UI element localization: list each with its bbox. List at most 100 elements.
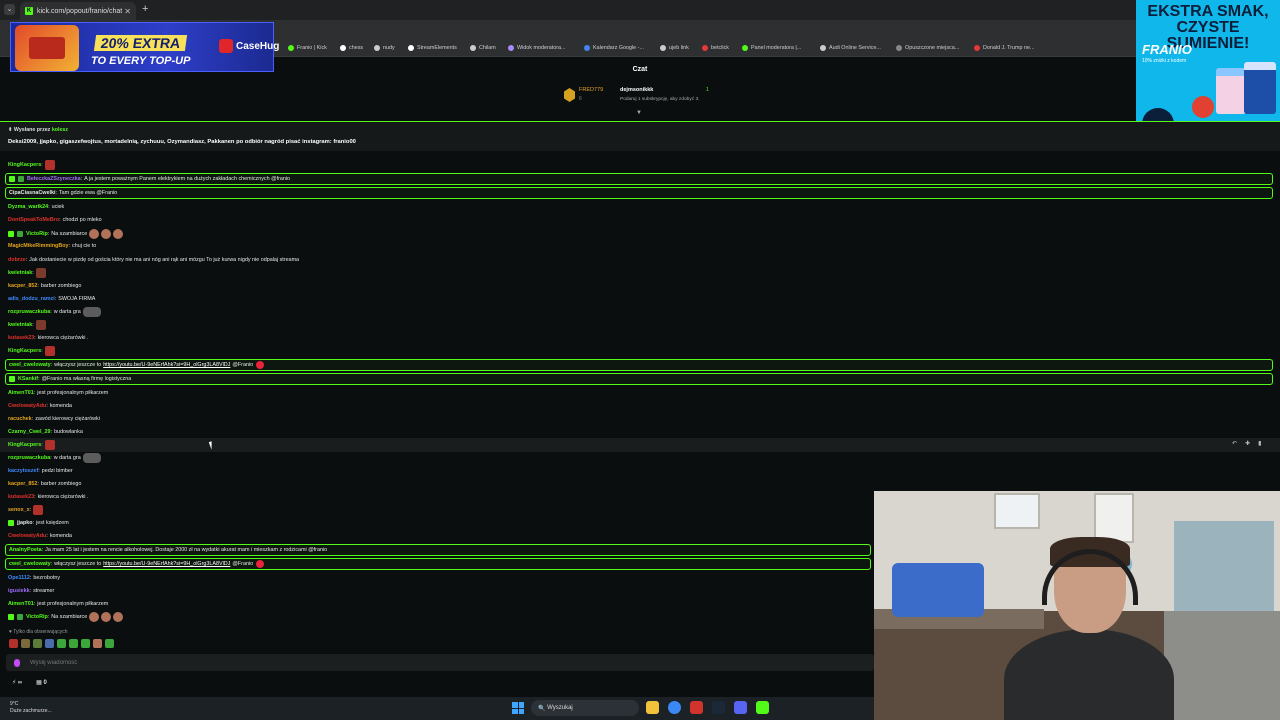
- points-counter[interactable]: ⚡ ∞: [12, 679, 22, 686]
- chat-username[interactable]: kwietniak: [8, 267, 32, 279]
- bookmark-item[interactable]: Widok moderatora...: [508, 45, 566, 51]
- steam-icon[interactable]: [712, 701, 725, 714]
- chat-username[interactable]: AimenT01: [8, 387, 34, 399]
- chat-username[interactable]: CwelowatyAdu: [8, 400, 46, 412]
- username-separator: :: [32, 270, 34, 276]
- chat-username[interactable]: Czarny_Cwel_29: [8, 426, 51, 438]
- username-separator: :: [55, 190, 57, 196]
- chat-message-link[interactable]: https://youtu.be/U-9eNErfAhk?si=9H_olGrg…: [103, 558, 230, 570]
- bookmark-item[interactable]: nudy: [374, 45, 395, 51]
- chat-message: senox_x:: [8, 504, 44, 516]
- bookmark-item[interactable]: ujeb link: [660, 45, 689, 51]
- chat-username[interactable]: AimenT01: [8, 598, 34, 610]
- chat-username[interactable]: KingKacpers: [8, 159, 41, 171]
- chat-username[interactable]: KSankif: [18, 373, 38, 385]
- red-app-icon[interactable]: [690, 701, 703, 714]
- chat-username[interactable]: KingKacpers: [8, 345, 41, 357]
- chat-username[interactable]: senox_x: [8, 504, 30, 516]
- chat-input-box[interactable]: [6, 654, 874, 671]
- emote-icon: [44, 346, 55, 356]
- chat-username[interactable]: VictoRip: [26, 228, 48, 240]
- chat-username[interactable]: adis_dodzu_ramzi: [8, 293, 55, 305]
- bookmark-item[interactable]: betclick: [702, 45, 729, 51]
- chat-message-text: Tam gdzie ewa @Franio: [58, 190, 118, 196]
- gift-user-current[interactable]: dejmsonikkk: [620, 87, 653, 93]
- chat-username[interactable]: MagicMikeRimmingBoy: [8, 240, 69, 252]
- gift-leaderboard[interactable]: FRED779 6 dejmsonikkk Podaruj 1 subskryp…: [560, 84, 740, 112]
- gift-counter[interactable]: ▦ 0: [36, 679, 47, 686]
- chat-username[interactable]: kwietniak: [8, 319, 32, 331]
- gift-user-top[interactable]: FRED779: [579, 87, 603, 93]
- chat-username[interactable]: rozpruwaczkuba: [8, 452, 50, 464]
- chat-title: Czat: [632, 66, 648, 73]
- emote-icon[interactable]: [9, 639, 18, 648]
- emote-icon[interactable]: [81, 639, 90, 648]
- emote-icon[interactable]: [105, 639, 114, 648]
- chat-username[interactable]: KingKacpers: [8, 439, 41, 451]
- bookmark-item[interactable]: StreamElements: [408, 45, 457, 51]
- chat-username[interactable]: Ope1112: [8, 572, 30, 584]
- tab-search-icon[interactable]: ⌄: [4, 4, 15, 15]
- chat-username[interactable]: VictoRip: [26, 611, 48, 623]
- emote-icon[interactable]: [21, 639, 30, 648]
- close-tab-icon[interactable]: ✕: [124, 7, 131, 16]
- chat-username[interactable]: dobrze: [8, 254, 26, 266]
- chat-username[interactable]: BełeczkaZSzyneczka: [27, 173, 81, 185]
- ad-right-sub: 10% zniżki z kodem: [1142, 58, 1187, 64]
- chat-username[interactable]: cwel_cwelowaty: [9, 359, 51, 371]
- chat-message: VictoRip: Na szambiarce: [8, 228, 124, 240]
- bookmark-item[interactable]: Chilam: [470, 45, 496, 51]
- chevron-down-icon[interactable]: ▼: [636, 110, 642, 116]
- chat-message: igusiekk: streamer: [8, 585, 54, 597]
- discord-icon[interactable]: [734, 701, 747, 714]
- chat-username[interactable]: kaczytoszef: [8, 465, 38, 477]
- chat-username[interactable]: igusiekk: [8, 585, 30, 597]
- bookmark-item[interactable]: Franio | Kick: [288, 45, 327, 51]
- emote-picker-icon[interactable]: [14, 658, 20, 667]
- chat-message-input[interactable]: [30, 659, 430, 666]
- chat-username[interactable]: kacper_852: [8, 280, 37, 292]
- chat-username[interactable]: rozpruwaczkuba: [8, 306, 50, 318]
- chat-message: DontSpeakToMeBro: chodzi po mleko: [8, 214, 102, 226]
- username-separator: :: [47, 231, 50, 237]
- casehug-ad-banner[interactable]: 20% EXTRA TO EVERY TOP-UP CaseHug: [10, 22, 279, 72]
- emote-icon[interactable]: [33, 639, 42, 648]
- emote-icon[interactable]: [93, 639, 102, 648]
- kick-taskbar-icon[interactable]: [756, 701, 769, 714]
- bookmark-item[interactable]: Opuszczone miejsca...: [896, 45, 959, 51]
- chat-username[interactable]: jjapko: [17, 517, 33, 529]
- weather-widget[interactable]: 9°C Duże zachmurze...: [10, 701, 52, 715]
- emote-icon[interactable]: [57, 639, 66, 648]
- username-separator: :: [37, 481, 39, 487]
- taskbar-search[interactable]: 🔍 Wyszukaj: [531, 700, 639, 716]
- bookmark-item[interactable]: Audi Online Service...: [820, 45, 881, 51]
- emote-icon[interactable]: [45, 639, 54, 648]
- chat-username[interactable]: kacper_852: [8, 478, 37, 490]
- chat-username[interactable]: cwel_cwelowaty: [9, 558, 51, 570]
- browser-tab[interactable]: K kick.com/popout/franio/chat ✕: [20, 2, 136, 20]
- chat-username[interactable]: Dyzma_warik24: [8, 201, 48, 213]
- chrome-icon[interactable]: [668, 701, 681, 714]
- new-tab-icon[interactable]: +: [142, 3, 148, 15]
- bookmark-item[interactable]: chess: [340, 45, 363, 51]
- bookmark-favicon-icon: [974, 45, 980, 51]
- emote-icon[interactable]: [69, 639, 78, 648]
- pinned-author[interactable]: kolesz: [52, 127, 68, 133]
- bookmark-item[interactable]: Donald J. Trump ne...: [974, 45, 1035, 51]
- bookmark-item[interactable]: Kalendarz Google -...: [584, 45, 644, 51]
- bookmark-favicon-icon: [288, 45, 294, 51]
- chat-username[interactable]: kutasek23: [8, 491, 34, 503]
- chat-username[interactable]: CipaCiasnaCwelki: [9, 187, 55, 199]
- chat-username[interactable]: kutasek23: [8, 332, 34, 344]
- bookmark-favicon-icon: [340, 45, 346, 51]
- chat-username[interactable]: CwelowatyAdu: [8, 530, 46, 542]
- windows-start-icon[interactable]: [512, 702, 524, 714]
- bookmark-item[interactable]: Panel moderatora |...: [742, 45, 801, 51]
- chat-username[interactable]: racuchek: [8, 413, 32, 425]
- file-explorer-icon[interactable]: [646, 701, 659, 714]
- chat-message-link[interactable]: https://youtu.be/U-9eNErfAhk?si=9H_olGrg…: [103, 359, 230, 371]
- chat-username[interactable]: DontSpeakToMeBro: [8, 214, 59, 226]
- chat-message: AimenT01: jest profesjonalnym piłkarzem: [8, 598, 108, 610]
- gifter-badge-icon: [17, 614, 23, 620]
- chat-username[interactable]: AnalnyPoeta: [9, 544, 42, 556]
